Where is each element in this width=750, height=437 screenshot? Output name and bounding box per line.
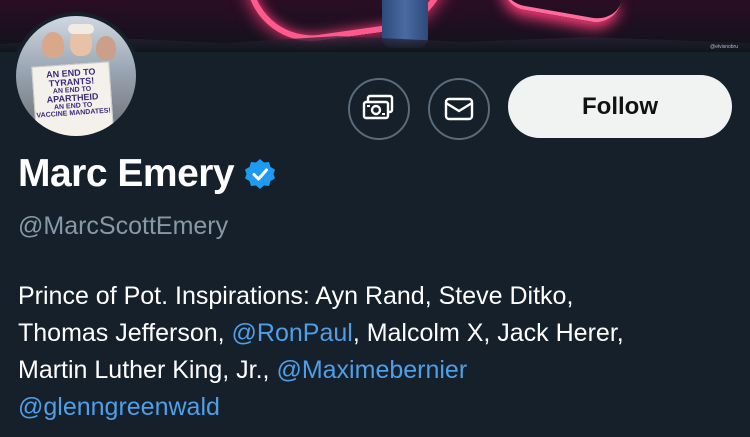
money-icon [362,94,394,120]
message-button[interactable] [428,78,490,140]
profile-handle: @MarcScottEmery [18,212,229,240]
follow-button[interactable]: Follow [508,75,732,138]
avatar-person [42,32,64,58]
verified-badge-icon[interactable] [244,158,276,190]
profile-bio: Prince of Pot. Inspirations: Ayn Rand, S… [18,278,738,426]
avatar-person [96,36,116,60]
bio-text: Thomas Jefferson, [18,319,232,347]
avatar-protest-sign: AN END TO TYRANTS! AN END TO APARTHEID A… [31,61,115,136]
bio-text: , Malcolm X, Jack Herer, [352,319,624,347]
avatar-hat [68,24,94,34]
tip-button[interactable] [348,78,410,140]
profile-name: Marc Emery [18,152,235,195]
bio-text: Prince of Pot. Inspirations: Ayn Rand, S… [18,282,574,310]
mention-link-ronpaul[interactable]: @RonPaul [232,319,353,347]
bio-text: Martin Luther King, Jr., [18,356,277,384]
banner-neon-glow-2 [498,0,622,27]
profile-name-row: Marc Emery [18,152,276,196]
mention-link-glenngreenwald[interactable]: @glenngreenwald [18,393,220,421]
mention-link-maximebernier[interactable]: @Maximebernier [276,356,467,384]
envelope-icon [444,97,474,121]
avatar[interactable]: AN END TO TYRANTS! AN END TO APARTHEID A… [12,12,140,140]
banner-credit: @elvisnobru [710,44,738,50]
